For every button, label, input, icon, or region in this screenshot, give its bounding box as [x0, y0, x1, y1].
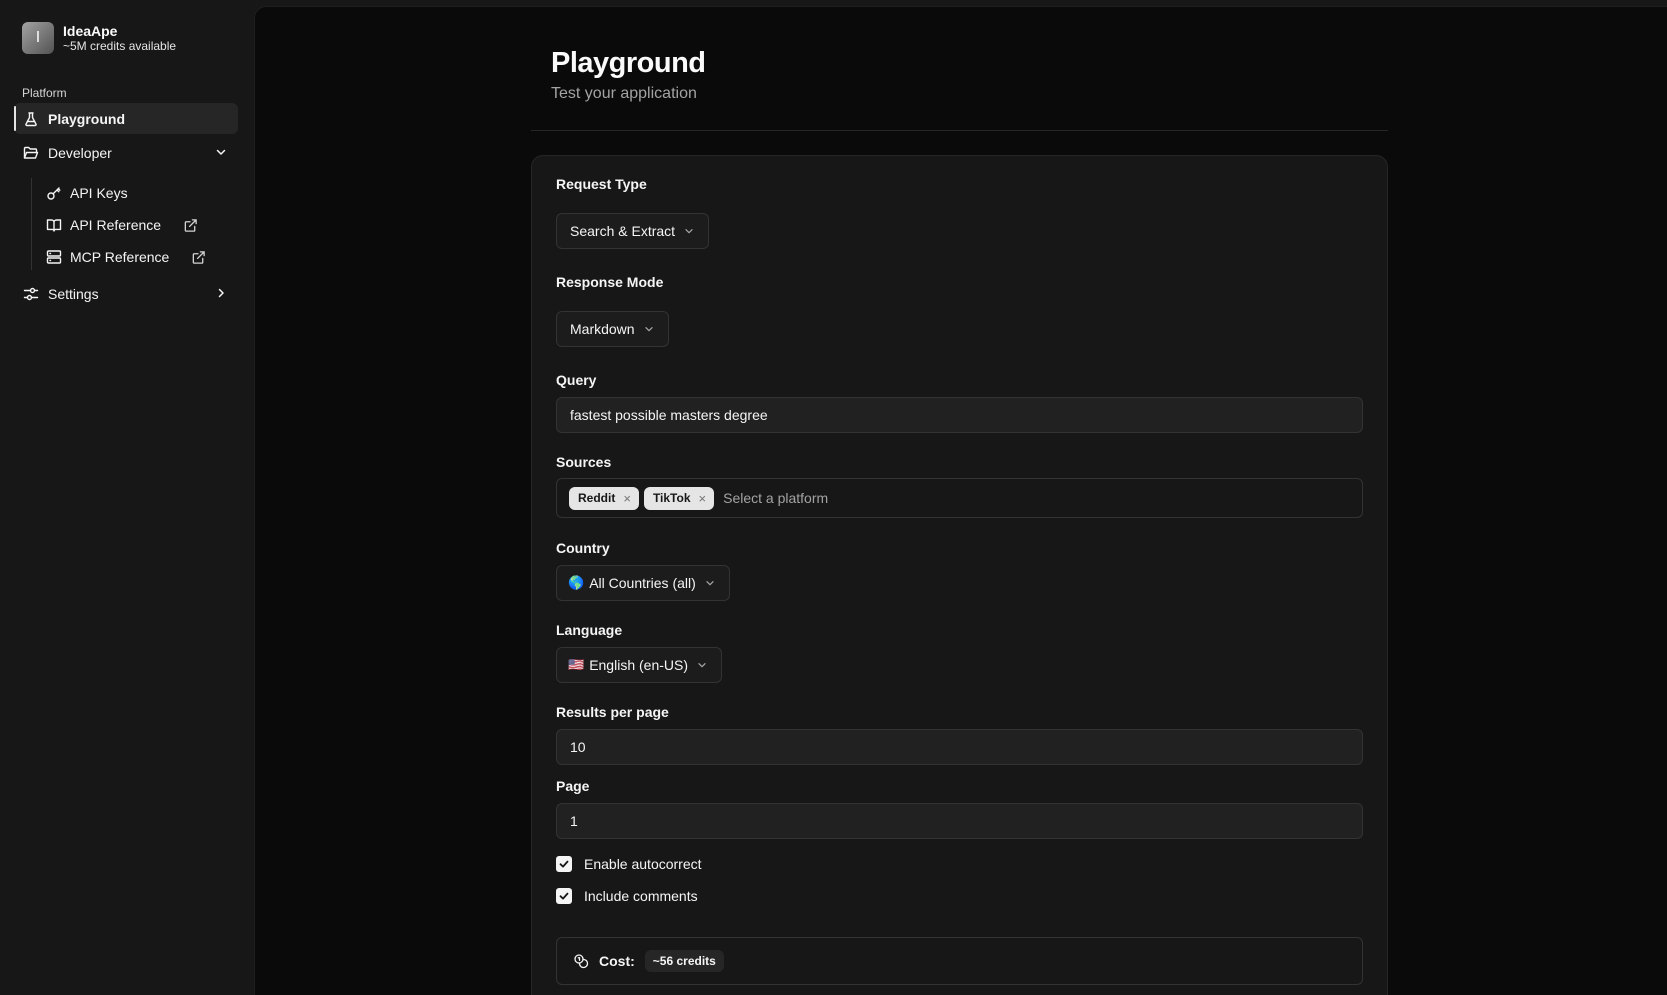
page-subtitle: Test your application — [551, 85, 697, 102]
globe-icon: 🌎 — [568, 575, 585, 590]
remove-tag-icon[interactable]: × — [623, 491, 631, 506]
sidebar-item-label: API Keys — [70, 185, 128, 201]
chevron-down-icon — [683, 225, 695, 237]
flask-icon — [23, 111, 39, 127]
external-link-icon — [191, 250, 206, 265]
cost-badge: ~56 credits — [644, 950, 724, 972]
sidebar-item-playground[interactable]: Playground — [14, 103, 238, 134]
chevron-down-icon[interactable] — [214, 145, 228, 159]
brand-switcher[interactable]: I IdeaApe ~5M credits available — [22, 22, 176, 54]
coins-icon — [573, 953, 589, 969]
book-icon — [46, 217, 62, 233]
playground-form-card: Request Type Search & Extract Response M… — [531, 155, 1388, 995]
us-flag-icon: 🇺🇸 — [568, 657, 585, 672]
credits-available: ~5M credits available — [63, 38, 177, 53]
page-input[interactable]: 1 — [556, 803, 1363, 839]
sidebar-section-label: Platform — [22, 86, 67, 100]
main-panel: Playground Test your application Request… — [254, 6, 1667, 995]
country-label: Country — [556, 540, 610, 556]
server-icon — [46, 249, 62, 265]
sidebar-item-label: Developer — [48, 144, 112, 161]
autocorrect-checkbox[interactable] — [556, 856, 572, 872]
request-type-label: Request Type — [556, 176, 647, 192]
response-mode-select[interactable]: Markdown — [556, 311, 669, 347]
request-type-select[interactable]: Search & Extract — [556, 213, 710, 249]
response-mode-label: Response Mode — [556, 274, 664, 290]
chevron-down-icon — [643, 323, 655, 335]
chevron-down-icon — [696, 659, 708, 671]
query-label: Query — [556, 372, 597, 388]
page-label: Page — [556, 778, 590, 794]
sidebar-item-label: Settings — [48, 285, 99, 302]
sidebar-item-label: Playground — [48, 110, 126, 127]
sidebar-item-api-keys[interactable]: API Keys — [46, 179, 128, 207]
comments-option[interactable]: Include comments — [556, 888, 698, 904]
source-tag-tiktok: TikTok × — [643, 486, 715, 510]
sidebar-item-label: API Reference — [70, 217, 162, 233]
header-divider — [531, 130, 1388, 131]
results-per-page-label: Results per page — [556, 704, 669, 720]
sidebar: I IdeaApe ~5M credits available Platform… — [0, 0, 254, 995]
source-tag-reddit: Reddit × — [569, 486, 639, 510]
brand-name: IdeaApe — [63, 22, 118, 39]
cost-label: Cost: — [599, 953, 635, 969]
autocorrect-label: Enable autocorrect — [584, 856, 702, 872]
page-title: Playground — [551, 47, 706, 79]
comments-checkbox[interactable] — [556, 888, 572, 904]
autocorrect-option[interactable]: Enable autocorrect — [556, 856, 702, 872]
sidebar-item-mcp-reference[interactable]: MCP Reference — [46, 243, 206, 271]
sidebar-item-settings[interactable]: Settings — [14, 278, 238, 309]
sources-placeholder[interactable]: Select a platform — [723, 490, 828, 506]
country-value: All Countries (all) — [589, 575, 696, 591]
query-input[interactable]: fastest possible masters degree — [556, 397, 1363, 433]
country-select[interactable]: 🌎 All Countries (all) — [556, 565, 730, 601]
remove-tag-icon[interactable]: × — [699, 491, 707, 506]
folder-open-icon — [23, 145, 39, 161]
chevron-down-icon — [704, 577, 716, 589]
tag-label: Reddit — [578, 491, 616, 505]
response-mode-value: Markdown — [570, 321, 635, 337]
cost-summary: Cost: ~56 credits — [556, 937, 1363, 985]
sliders-icon — [23, 286, 39, 302]
sources-multiselect[interactable]: Reddit × TikTok × Select a platform — [556, 478, 1363, 518]
language-label: Language — [556, 622, 623, 638]
language-value: English (en-US) — [589, 657, 689, 673]
key-icon — [46, 185, 62, 201]
sources-label: Sources — [556, 454, 612, 470]
sidebar-item-developer[interactable]: Developer — [14, 137, 238, 168]
chevron-right-icon[interactable] — [214, 286, 228, 300]
language-select[interactable]: 🇺🇸 English (en-US) — [556, 647, 723, 683]
sidebar-item-label: MCP Reference — [70, 249, 170, 265]
sidebar-item-api-reference[interactable]: API Reference — [46, 211, 198, 239]
brand-avatar: I — [22, 22, 54, 54]
results-per-page-input[interactable]: 10 — [556, 729, 1363, 765]
comments-label: Include comments — [584, 888, 698, 904]
tag-label: TikTok — [652, 491, 691, 505]
request-type-value: Search & Extract — [570, 223, 676, 239]
submenu-rail — [31, 178, 32, 270]
external-link-icon — [183, 218, 198, 233]
